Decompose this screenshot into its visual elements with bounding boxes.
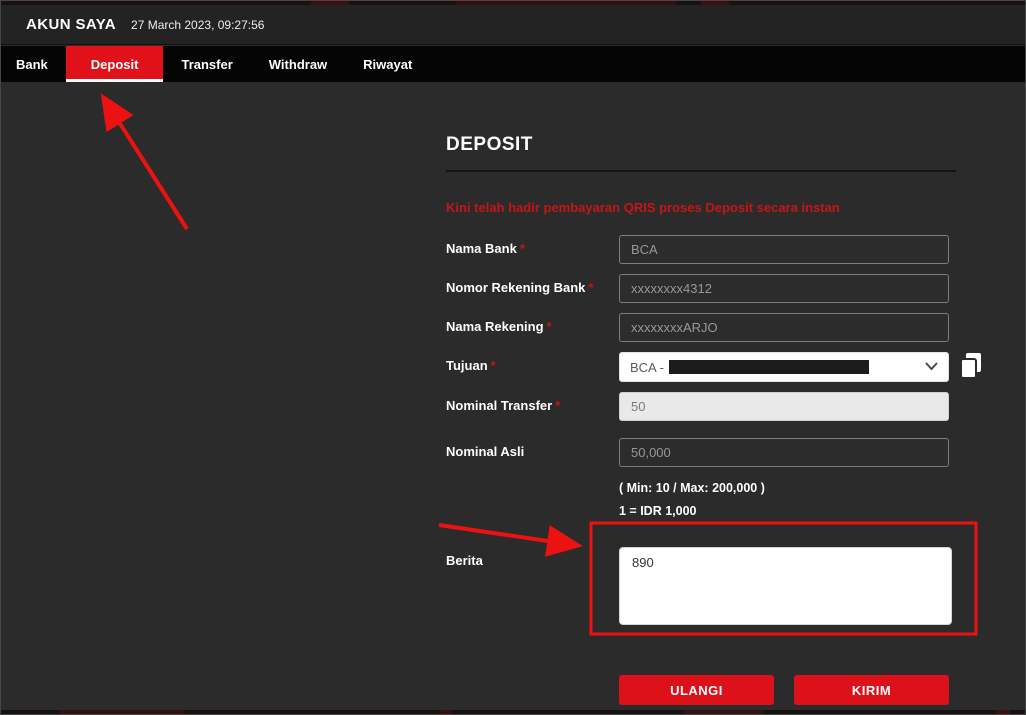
nominal-asli-label: Nominal Asli <box>446 438 619 467</box>
berita-textarea[interactable]: 890 <box>619 547 952 625</box>
form-actions: ULANGI KIRIM <box>619 675 949 705</box>
nama-rekening-row: Nama Rekening* <box>446 313 977 342</box>
page-title: DEPOSIT <box>446 134 956 172</box>
nominal-transfer-row: Nominal Transfer* <box>446 392 977 421</box>
limits-hints: ( Min: 10 / Max: 200,000 ) 1 = IDR 1,000 <box>619 481 977 518</box>
kirim-button[interactable]: KIRIM <box>794 675 949 705</box>
nominal-transfer-input[interactable] <box>619 392 949 421</box>
required-asterisk: * <box>547 319 552 334</box>
required-asterisk: * <box>555 398 560 413</box>
nominal-asli-input[interactable] <box>619 438 949 467</box>
required-asterisk: * <box>520 241 525 256</box>
annotation-arrow-deposit-tab <box>105 100 187 229</box>
nama-rekening-label: Nama Rekening* <box>446 313 619 342</box>
rate-hint: 1 = IDR 1,000 <box>619 504 977 518</box>
screenshot-edge-artifact-bottom <box>1 710 1025 714</box>
required-asterisk: * <box>491 358 496 373</box>
berita-label: Berita <box>446 547 619 630</box>
tab-riwayat[interactable]: Riwayat <box>345 46 430 82</box>
tujuan-select[interactable]: BCA - <box>619 352 949 382</box>
main-nav: Bank Deposit Transfer Withdraw Riwayat <box>1 46 1025 82</box>
copy-icon[interactable] <box>959 352 983 380</box>
min-max-hint: ( Min: 10 / Max: 200,000 ) <box>619 481 977 495</box>
nomor-rekening-label: Nomor Rekening Bank* <box>446 274 619 303</box>
tujuan-row: Tujuan* BCA - <box>446 352 977 382</box>
tujuan-label: Tujuan* <box>446 352 619 382</box>
nama-rekening-input[interactable] <box>619 313 949 342</box>
current-datetime: 27 March 2023, 09:27:56 <box>131 18 264 32</box>
header-bar: AKUN SAYA 27 March 2023, 09:27:56 <box>1 5 1025 45</box>
qris-notice: Kini telah hadir pembayaran QRIS proses … <box>446 200 977 215</box>
deposit-page: AKUN SAYA 27 March 2023, 09:27:56 Bank D… <box>0 0 1026 715</box>
tab-bank[interactable]: Bank <box>1 46 66 82</box>
tab-transfer[interactable]: Transfer <box>163 46 250 82</box>
redacted-account-bar <box>669 360 869 374</box>
deposit-form: DEPOSIT Kini telah hadir pembayaran QRIS… <box>446 134 977 705</box>
required-asterisk: * <box>588 280 593 295</box>
nomor-rekening-input[interactable] <box>619 274 949 303</box>
berita-row: Berita 890 <box>446 547 977 630</box>
tab-deposit[interactable]: Deposit <box>66 46 164 82</box>
chevron-down-icon <box>925 358 938 376</box>
nama-bank-label: Nama Bank* <box>446 235 619 264</box>
tujuan-selected-value: BCA - <box>630 360 664 375</box>
tab-withdraw[interactable]: Withdraw <box>251 46 345 82</box>
app-title: AKUN SAYA <box>26 16 116 33</box>
nama-bank-input[interactable] <box>619 235 949 264</box>
nominal-transfer-label: Nominal Transfer* <box>446 392 619 421</box>
ulangi-button[interactable]: ULANGI <box>619 675 774 705</box>
nomor-rekening-row: Nomor Rekening Bank* <box>446 274 977 303</box>
nominal-asli-row: Nominal Asli <box>446 438 977 467</box>
nama-bank-row: Nama Bank* <box>446 235 977 264</box>
